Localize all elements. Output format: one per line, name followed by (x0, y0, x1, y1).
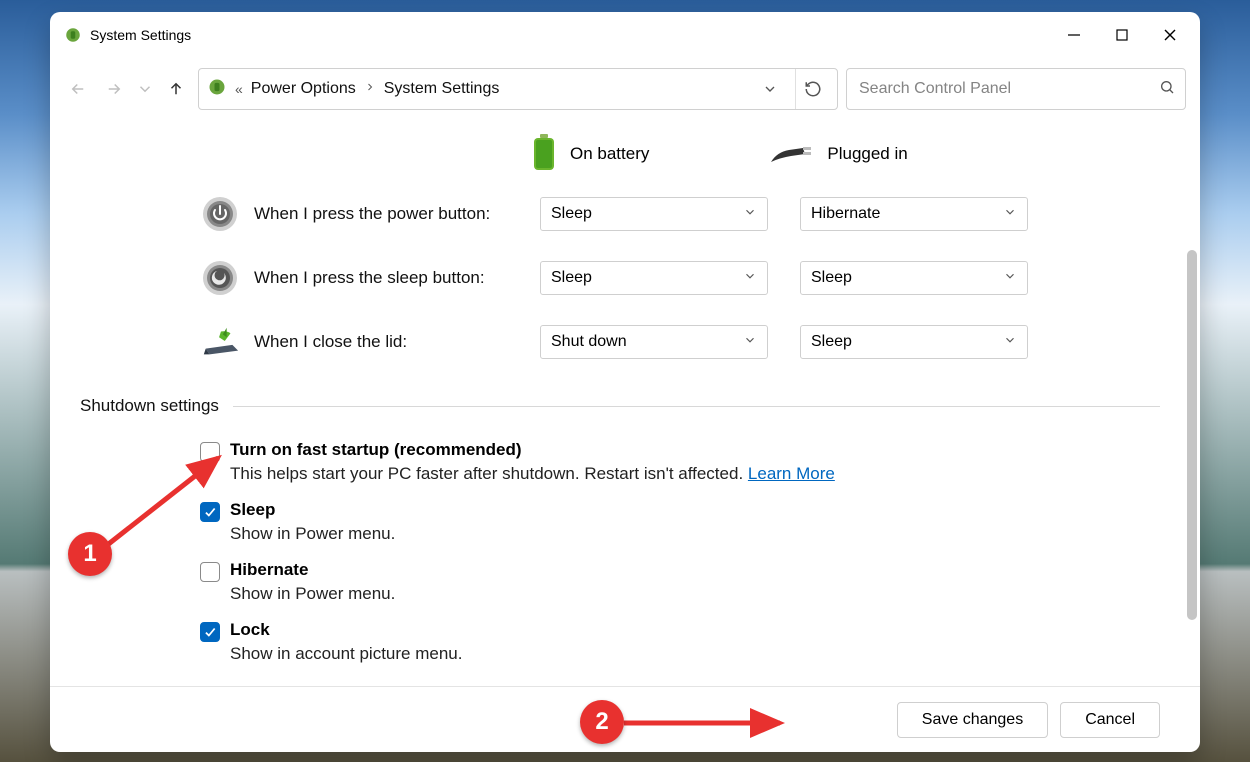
chevron-down-icon (1003, 333, 1017, 352)
select-sleep-battery[interactable]: Sleep (540, 261, 768, 295)
select-lid-plugged[interactable]: Sleep (800, 325, 1028, 359)
breadcrumb-dropdown-button[interactable] (753, 69, 787, 109)
select-power-plugged[interactable]: Hibernate (800, 197, 1028, 231)
content: On battery Plugged in When I press the p… (50, 120, 1200, 686)
row-close-lid: When I close the lid: Shut down Sleep (200, 310, 1160, 374)
row-power-button: When I press the power button: Sleep Hib… (200, 182, 1160, 246)
breadcrumb-item-power-options[interactable]: Power Options (251, 80, 356, 98)
toolbar: « Power Options System Settings (50, 58, 1200, 120)
check-lock: Lock Show in account picture menu. (200, 620, 1160, 664)
checkbox-lock[interactable] (200, 622, 220, 642)
plug-icon (769, 138, 815, 171)
app-icon (64, 26, 82, 44)
cancel-button[interactable]: Cancel (1060, 702, 1160, 738)
row-label: When I press the sleep button: (254, 268, 526, 288)
section-shutdown-settings: Shutdown settings (80, 396, 1160, 416)
row-label: When I close the lid: (254, 332, 526, 352)
sleep-button-icon (200, 259, 240, 297)
breadcrumb[interactable]: « Power Options System Settings (198, 68, 838, 110)
laptop-lid-icon (200, 325, 240, 359)
up-button[interactable] (162, 75, 190, 103)
check-fast-startup: Turn on fast startup (recommended) This … (200, 440, 1160, 484)
check-sleep: Sleep Show in Power menu. (200, 500, 1160, 544)
breadcrumb-item-system-settings[interactable]: System Settings (384, 80, 500, 98)
check-desc: Show in Power menu. (230, 524, 395, 544)
search-box[interactable] (846, 68, 1186, 110)
save-changes-button[interactable]: Save changes (897, 702, 1048, 738)
check-title: Sleep (230, 500, 395, 520)
chevron-right-icon (364, 80, 376, 98)
divider (233, 406, 1160, 407)
check-title: Lock (230, 620, 462, 640)
footer: Save changes Cancel (50, 686, 1200, 752)
check-hibernate: Hibernate Show in Power menu. (200, 560, 1160, 604)
checkbox-fast-startup[interactable] (200, 442, 220, 462)
learn-more-link[interactable]: Learn More (748, 464, 835, 483)
forward-button[interactable] (100, 75, 128, 103)
window-title: System Settings (90, 27, 191, 43)
row-label: When I press the power button: (254, 204, 526, 224)
column-headers: On battery Plugged in (530, 126, 1160, 182)
column-on-battery: On battery (530, 132, 649, 177)
select-power-battery[interactable]: Sleep (540, 197, 768, 231)
chevron-down-icon (743, 333, 757, 352)
checkbox-hibernate[interactable] (200, 562, 220, 582)
chevron-down-icon (743, 205, 757, 224)
search-icon (1159, 79, 1175, 100)
check-desc: Show in account picture menu. (230, 644, 462, 664)
select-lid-battery[interactable]: Shut down (540, 325, 768, 359)
check-title: Turn on fast startup (recommended) (230, 440, 835, 460)
check-desc: This helps start your PC faster after sh… (230, 464, 835, 484)
chevron-down-icon (1003, 269, 1017, 288)
recent-locations-button[interactable] (136, 75, 154, 103)
refresh-button[interactable] (795, 69, 829, 109)
titlebar: System Settings (50, 12, 1200, 58)
scrollbar[interactable] (1186, 120, 1198, 686)
power-button-icon (200, 195, 240, 233)
breadcrumb-icon (207, 77, 227, 102)
chevron-down-icon (1003, 205, 1017, 224)
breadcrumb-root-sep: « (235, 81, 243, 97)
battery-icon (530, 132, 558, 177)
minimize-button[interactable] (1050, 15, 1098, 55)
row-sleep-button: When I press the sleep button: Sleep Sle… (200, 246, 1160, 310)
close-button[interactable] (1146, 15, 1194, 55)
select-sleep-plugged[interactable]: Sleep (800, 261, 1028, 295)
back-button[interactable] (64, 75, 92, 103)
window: System Settings « Power O (50, 12, 1200, 752)
check-title: Hibernate (230, 560, 395, 580)
search-input[interactable] (857, 79, 1159, 99)
chevron-down-icon (743, 269, 757, 288)
checkbox-sleep[interactable] (200, 502, 220, 522)
maximize-button[interactable] (1098, 15, 1146, 55)
check-desc: Show in Power menu. (230, 584, 395, 604)
column-plugged-in: Plugged in (769, 138, 907, 171)
scrollbar-thumb[interactable] (1187, 250, 1197, 620)
